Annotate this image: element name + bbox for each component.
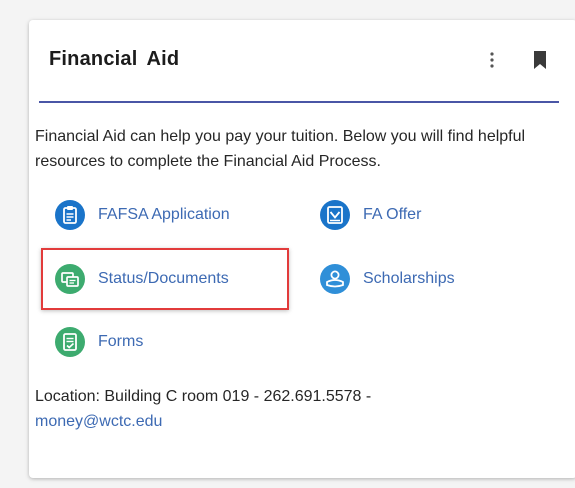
form-check-icon — [55, 327, 85, 357]
status-documents-link[interactable]: Status/Documents — [55, 264, 229, 294]
fafsa-application-link[interactable]: FAFSA Application — [55, 200, 230, 230]
status-documents-label: Status/Documents — [98, 270, 229, 287]
fa-offer-label: FA Offer — [363, 206, 422, 223]
scholarships-label: Scholarships — [363, 270, 455, 287]
email-link[interactable]: money@wctc.edu — [35, 413, 162, 430]
forms-label: Forms — [98, 333, 144, 350]
award-document-icon — [320, 200, 350, 230]
financial-aid-card: Financial Aid Financial Aid can help you… — [29, 20, 575, 478]
fafsa-application-label: FAFSA Application — [98, 206, 230, 223]
graduate-hand-icon — [320, 264, 350, 294]
clipboard-icon — [55, 200, 85, 230]
forms-link[interactable]: Forms — [55, 327, 143, 357]
location-text: Location: Building C room 019 - 262.691.… — [35, 388, 372, 405]
more-vertical-icon[interactable] — [485, 50, 499, 70]
scholarships-link[interactable]: Scholarships — [320, 264, 455, 294]
documents-icon — [55, 264, 85, 294]
card-header: Financial Aid — [39, 20, 559, 103]
fa-offer-link[interactable]: FA Offer — [320, 200, 421, 230]
location-info: Location: Building C room 019 - 262.691.… — [35, 384, 555, 434]
card-title: Financial Aid — [49, 48, 180, 70]
card-description: Financial Aid can help you pay your tuit… — [35, 128, 526, 170]
bookmark-icon[interactable] — [533, 51, 547, 69]
